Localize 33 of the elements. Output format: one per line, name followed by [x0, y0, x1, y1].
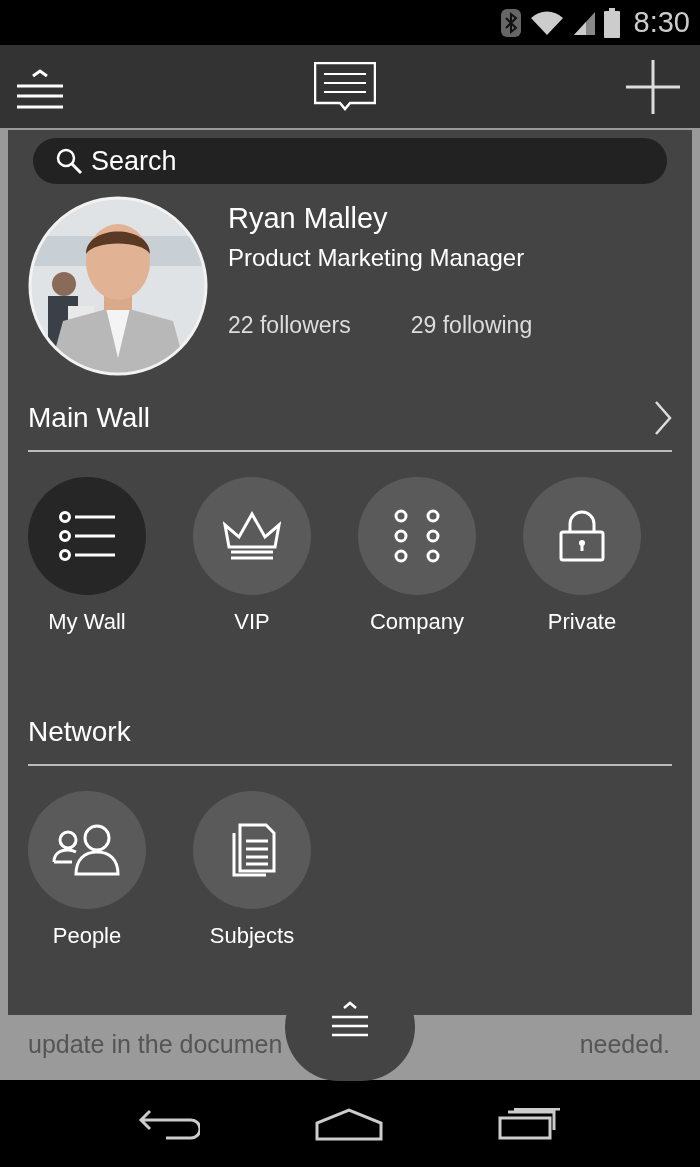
battery-icon: [603, 7, 620, 38]
people-icon: [52, 824, 122, 876]
message-icon[interactable]: [314, 61, 376, 112]
nav-label: Private: [547, 609, 617, 635]
post-text: needed.: [579, 1030, 670, 1059]
nav-label: People: [52, 923, 122, 949]
section-title: Main Wall: [28, 402, 150, 434]
lock-icon: [558, 510, 606, 562]
recent-apps-icon[interactable]: [498, 1107, 563, 1140]
job-title: Product Marketing Manager: [228, 243, 526, 273]
post-text: update in the documen: [28, 1030, 283, 1059]
search-icon: [55, 147, 83, 175]
nav-label: Subjects: [209, 923, 295, 949]
search-field[interactable]: Search: [33, 138, 667, 184]
crown-icon: [223, 511, 281, 561]
add-icon[interactable]: [626, 59, 680, 114]
section-header[interactable]: Network: [28, 696, 672, 766]
home-icon[interactable]: [315, 1106, 383, 1141]
followers-link[interactable]: 22 followers: [228, 312, 351, 339]
section-title: Network: [28, 716, 131, 748]
nav-label: My Wall: [48, 609, 126, 635]
wifi-icon: [529, 9, 564, 36]
clock-time: 8:30: [633, 6, 690, 39]
following-link[interactable]: 29 following: [410, 312, 533, 339]
nav-label: VIP: [234, 609, 270, 635]
list-icon: [59, 511, 115, 561]
dots-grid-icon: [394, 509, 440, 563]
chevron-right-icon: [654, 401, 672, 435]
menu-icon: [330, 1001, 370, 1037]
nav-label: Company: [369, 609, 465, 635]
section-header[interactable]: Main Wall: [28, 382, 672, 452]
bluetooth-icon: [499, 7, 522, 38]
profile-name: Ryan Malley: [228, 201, 389, 236]
